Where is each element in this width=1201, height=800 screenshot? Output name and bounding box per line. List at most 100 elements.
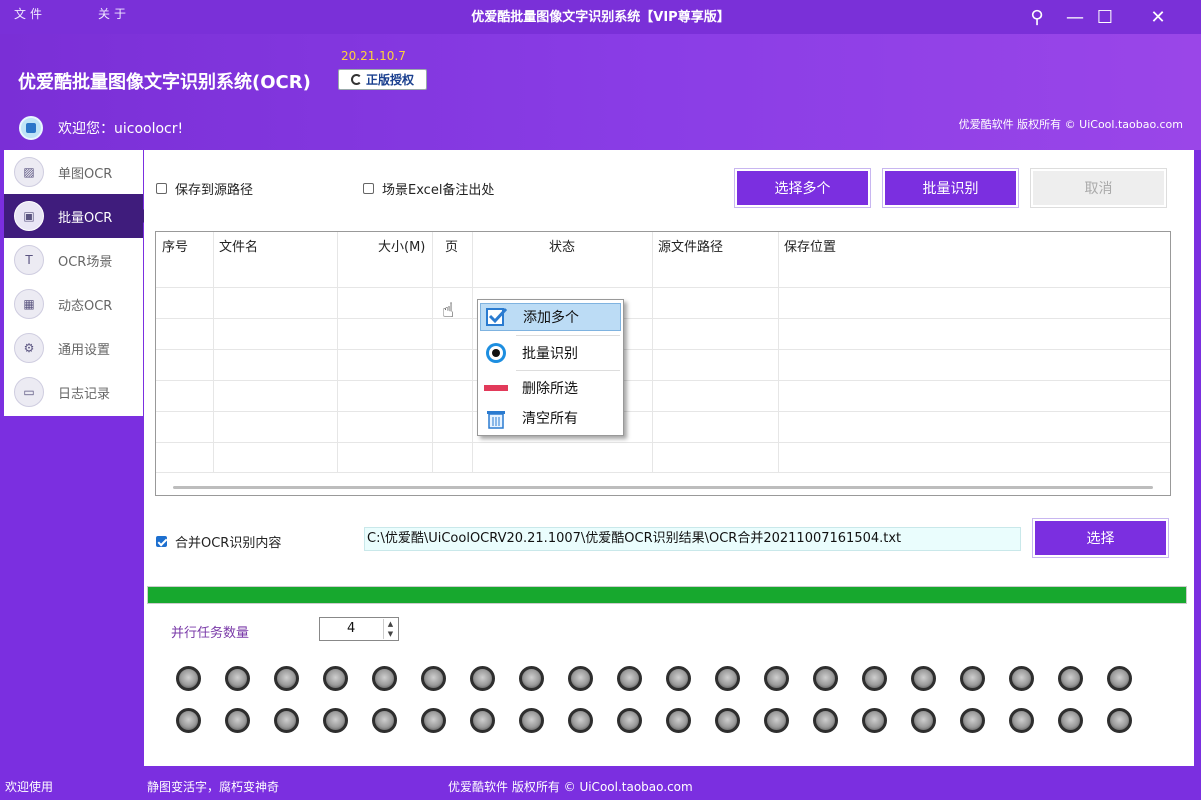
save-to-source-checkbox[interactable] <box>156 183 167 194</box>
context-menu-label: 批量识别 <box>522 346 578 362</box>
status-light-icon <box>1009 708 1034 733</box>
status-light-icon <box>519 708 544 733</box>
column-header-index[interactable]: 序号 <box>162 236 188 255</box>
status-light-icon <box>813 708 838 733</box>
sidebar-item-single-ocr[interactable]: ▨ 单图OCR <box>4 150 143 194</box>
status-light-icon <box>617 708 642 733</box>
main-panel: 保存到源路径 场景Excel备注出处 选择多个 批量识别 取消 序号 文件名 大… <box>144 150 1194 766</box>
status-light-icon <box>372 708 397 733</box>
settings-icon: ⚙ <box>14 333 44 363</box>
status-light-icon <box>176 708 201 733</box>
cancel-button[interactable]: 取消 <box>1030 168 1167 208</box>
status-light-icon <box>715 666 740 691</box>
file-table[interactable]: 序号 文件名 大小(M) 页 状态 源文件路径 保存位置 <box>155 231 1171 496</box>
images-icon: ▣ <box>14 201 44 231</box>
context-menu-delete-selected[interactable]: 删除所选 <box>480 374 621 402</box>
sidebar-item-label: 动态OCR <box>58 298 113 314</box>
save-to-source-label: 保存到源路径 <box>175 183 254 198</box>
status-light-icon <box>764 666 789 691</box>
status-light-icon <box>911 666 936 691</box>
status-light-icon <box>323 708 348 733</box>
title-bar: 文件 关于 优爱酷批量图像文字识别系统【VIP尊享版】 ⚲ — ☐ ✕ <box>0 0 1201 34</box>
sidebar-item-batch-ocr[interactable]: ▣ 批量OCR <box>4 194 150 238</box>
status-bar: 欢迎使用 静图变活字，腐朽变神奇 优爱酷软件 版权所有 © UiCool.tao… <box>0 766 1201 800</box>
column-header-source-path[interactable]: 源文件路径 <box>658 236 723 255</box>
app-header: 优爱酷批量图像文字识别系统(OCR) 20.21.10.7 正版授权 欢迎您：u… <box>0 34 1201 150</box>
status-light-icon <box>764 708 789 733</box>
window-title: 优爱酷批量图像文字识别系统【VIP尊享版】 <box>471 10 730 25</box>
context-menu-add-multiple[interactable]: 添加多个 <box>480 303 621 331</box>
license-label: 正版授权 <box>365 73 414 87</box>
status-light-icon <box>960 666 985 691</box>
pin-icon[interactable]: ⚲ <box>1022 4 1052 30</box>
status-light-icon <box>862 666 887 691</box>
status-light-icon <box>372 666 397 691</box>
merge-ocr-label: 合并OCR识别内容 <box>175 536 282 551</box>
hand-cursor-icon: ☝ <box>442 298 455 322</box>
minimize-button[interactable]: — <box>1060 4 1090 30</box>
license-button[interactable]: 正版授权 <box>338 69 427 90</box>
sidebar: ▨ 单图OCR ▣ 批量OCR T OCR场景 ▦ 动态OCR ⚙ 通用设置 ▭… <box>4 150 150 416</box>
column-header-filename[interactable]: 文件名 <box>219 236 258 255</box>
status-light-icon <box>470 708 495 733</box>
choose-path-button[interactable]: 选择 <box>1032 518 1169 558</box>
checkbox-icon <box>485 307 509 327</box>
column-header-save-location[interactable]: 保存位置 <box>784 236 836 255</box>
sidebar-item-label: 通用设置 <box>58 342 111 358</box>
motion-image-icon: ▦ <box>14 289 44 319</box>
status-light-icon <box>617 666 642 691</box>
parallel-tasks-value[interactable]: 4 <box>347 621 355 636</box>
select-multiple-button[interactable]: 选择多个 <box>734 168 871 208</box>
context-menu: 添加多个 批量识别 删除所选 清空所有 <box>477 299 624 436</box>
stepper-down-icon[interactable]: ▼ <box>384 629 397 639</box>
scene-excel-label: 场景Excel备注出处 <box>382 183 495 198</box>
status-light-icon <box>911 708 936 733</box>
status-light-icon <box>470 666 495 691</box>
merge-ocr-checkbox[interactable] <box>156 536 167 547</box>
app-name: 优爱酷批量图像文字识别系统(OCR) <box>18 72 311 93</box>
scene-excel-checkbox[interactable] <box>363 183 374 194</box>
horizontal-scrollbar[interactable] <box>173 486 1153 489</box>
stepper-up-icon[interactable]: ▲ <box>384 619 397 629</box>
merge-ocr-option[interactable]: 合并OCR识别内容 <box>156 532 281 551</box>
status-welcome: 欢迎使用 <box>5 780 54 794</box>
merge-path-input[interactable]: C:\优爱酷\UiCoolOCRV20.21.1007\优爱酷OCR识别结果\O… <box>364 527 1021 551</box>
record-icon <box>484 342 508 364</box>
status-light-icon <box>862 708 887 733</box>
parallel-tasks-stepper[interactable]: 4 ▲ ▼ <box>319 617 399 641</box>
column-header-page[interactable]: 页 <box>445 236 458 255</box>
license-icon <box>350 74 362 85</box>
sidebar-item-ocr-scene[interactable]: T OCR场景 <box>4 238 143 282</box>
context-menu-label: 删除所选 <box>522 381 578 397</box>
status-light-icon <box>715 708 740 733</box>
status-light-icon <box>1107 708 1132 733</box>
sidebar-item-log[interactable]: ▭ 日志记录 <box>4 370 143 414</box>
sidebar-item-label: 单图OCR <box>58 166 113 182</box>
scene-excel-option[interactable]: 场景Excel备注出处 <box>363 179 494 198</box>
welcome-text: 欢迎您：uicoolocr! <box>58 121 184 137</box>
status-light-icon <box>323 666 348 691</box>
close-button[interactable]: ✕ <box>1143 4 1173 30</box>
column-header-status[interactable]: 状态 <box>549 236 575 255</box>
batch-recognize-button[interactable]: 批量识别 <box>882 168 1019 208</box>
column-header-size[interactable]: 大小(M) <box>378 236 425 255</box>
status-light-icon <box>568 708 593 733</box>
header-copyright: 优爱酷软件 版权所有 © UiCool.taobao.com <box>958 118 1183 131</box>
status-slogan: 静图变活字，腐朽变神奇 <box>147 780 280 794</box>
status-light-icon <box>666 708 691 733</box>
status-light-icon <box>225 708 250 733</box>
delete-icon <box>484 383 508 393</box>
context-menu-batch-recognize[interactable]: 批量识别 <box>480 339 621 367</box>
sidebar-item-dynamic-ocr[interactable]: ▦ 动态OCR <box>4 282 143 326</box>
context-menu-clear-all[interactable]: 清空所有 <box>480 404 621 432</box>
sidebar-item-settings[interactable]: ⚙ 通用设置 <box>4 326 143 370</box>
save-to-source-option[interactable]: 保存到源路径 <box>156 179 253 198</box>
status-light-icon <box>519 666 544 691</box>
status-light-icon <box>1058 708 1083 733</box>
parallel-tasks-label: 并行任务数量 <box>171 626 250 641</box>
status-light-icon <box>1009 666 1034 691</box>
trash-icon <box>484 407 508 429</box>
status-light-icon <box>1058 666 1083 691</box>
status-light-icon <box>568 666 593 691</box>
maximize-button[interactable]: ☐ <box>1090 4 1120 30</box>
